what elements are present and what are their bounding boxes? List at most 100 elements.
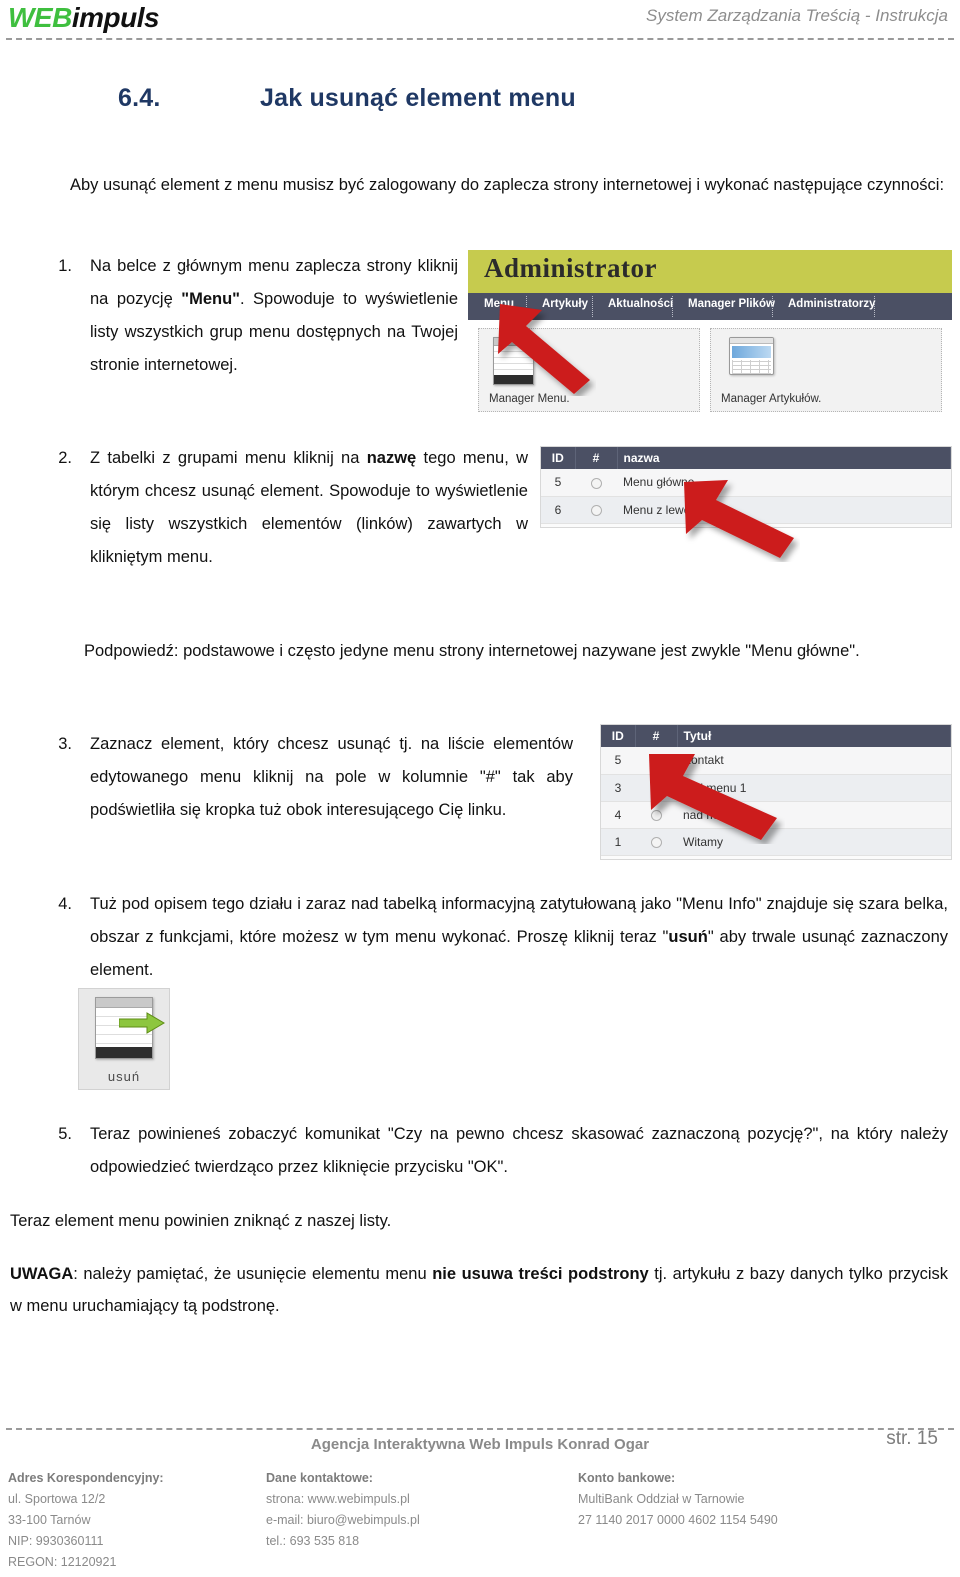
column-header-id: ID: [601, 725, 636, 747]
footer-agency-name: Agencja Interaktywna Web Impuls Konrad O…: [310, 1436, 650, 1453]
table-row[interactable]: 5 Kontakt: [601, 747, 951, 775]
table-row[interactable]: 4 nad menu 2: [601, 801, 951, 829]
radio-button-icon[interactable]: [590, 477, 602, 489]
step2-bold: nazwę: [366, 449, 417, 467]
cell-title[interactable]: Kontakt: [677, 747, 951, 775]
cell-id: 4: [601, 801, 635, 829]
menu-elements-table-screenshot: ID # Tytuł 5 Kontakt 3 nad menu 1 4 nad …: [600, 724, 952, 860]
admin-tile-article-manager[interactable]: Manager Artykułów.: [710, 328, 942, 412]
warning-bold: nie usuwa treści podstrony: [432, 1265, 649, 1283]
list-item-body: Na belce z głównym menu zaplecza strony …: [90, 250, 458, 382]
delete-button-caption: usuń: [107, 1069, 141, 1084]
list-item-body: Z tabelki z grupami menu kliknij na nazw…: [90, 442, 528, 574]
list-marker: 1.: [58, 257, 72, 275]
article-manager-thumbnail-icon: [729, 337, 774, 375]
list-item: 5. Teraz powinieneś zobaczyć komunikat "…: [38, 1118, 948, 1184]
nav-separator-icon: [772, 296, 773, 317]
admin-tile-caption: Manager Artykułów.: [721, 393, 822, 405]
table-header-row: ID # Tytuł: [601, 725, 951, 747]
admin-nav-item-menu[interactable]: Menu: [484, 298, 514, 310]
footer-column-heading: Konto bankowe:: [578, 1471, 676, 1485]
warning-label: UWAGA: [10, 1265, 74, 1283]
cell-name[interactable]: Menu z lewej: [617, 496, 951, 524]
admin-banner-title: Administrator: [484, 253, 657, 283]
cell-radio[interactable]: [635, 828, 677, 856]
cell-radio[interactable]: [575, 496, 617, 524]
cell-id: 5: [601, 747, 635, 775]
admin-nav-item-administratorzy[interactable]: Administratorzy: [788, 298, 876, 310]
footer-line: 33-100 Tarnów: [8, 1513, 91, 1527]
admin-nav-item-aktualnosci[interactable]: Aktualności: [608, 298, 673, 310]
table-row[interactable]: 1 Witamy: [601, 828, 951, 856]
warning-text-a: : należy pamiętać, że usunięcie elementu…: [73, 1265, 433, 1283]
footer-column-bank: Konto bankowe: MultiBank Oddział w Tarno…: [578, 1468, 778, 1531]
step4-bold: usuń: [668, 928, 708, 946]
admin-nav-item-artykuly[interactable]: Artykuły: [542, 298, 588, 310]
radio-button-selected-icon[interactable]: [650, 755, 662, 767]
step1-bold: "Menu": [181, 290, 240, 308]
section-number: 6.4.: [118, 84, 161, 112]
nav-separator-icon: [874, 296, 875, 317]
cell-id: 6: [541, 496, 575, 524]
footer-divider: [6, 1428, 954, 1430]
cell-title[interactable]: Witamy: [677, 828, 951, 856]
admin-nav-bar: Menu Artykuły Aktualności Manager Plików…: [468, 293, 952, 320]
footer-line: tel.: 693 535 818: [266, 1534, 360, 1548]
list-marker: 4.: [58, 895, 72, 913]
page-number: str. 15: [886, 1428, 938, 1449]
footer-column-heading: Adres Korespondencyjny:: [8, 1471, 164, 1485]
cell-name[interactable]: Menu główne: [617, 469, 951, 497]
footer-line: MultiBank Oddział w Tarnowie: [578, 1492, 745, 1506]
admin-tile-menu-manager[interactable]: Manager Menu.: [478, 328, 700, 412]
list-item: 1. Na belce z głównym menu zaplecza stro…: [38, 250, 458, 382]
list-marker: 3.: [58, 735, 72, 753]
footer-column-heading: Dane kontaktowe:: [266, 1471, 373, 1485]
table-row[interactable]: 3 nad menu 1: [601, 774, 951, 802]
list-item-body: Zaznacz element, który chcesz usunąć tj.…: [90, 735, 573, 819]
radio-button-icon[interactable]: [650, 809, 662, 821]
cell-id: 3: [601, 774, 635, 802]
cell-radio[interactable]: [635, 774, 677, 802]
radio-button-icon[interactable]: [650, 836, 662, 848]
nav-separator-icon: [672, 296, 673, 317]
admin-banner: Administrator: [468, 250, 952, 293]
section-title: Jak usunąć element menu: [260, 84, 576, 112]
admin-tiles: Manager Menu. Manager Artykułów.: [478, 328, 942, 412]
radio-button-icon[interactable]: [650, 782, 662, 794]
menu-groups-table-screenshot: ID # nazwa 5 Menu główne 6 Menu z lewej: [540, 446, 952, 528]
footer-line: REGON: 12120921: [8, 1555, 117, 1569]
closing-paragraph: Teraz element menu powinien zniknąć z na…: [10, 1212, 392, 1230]
list-item: 3. Zaznacz element, który chcesz usunąć …: [38, 728, 573, 827]
footer-line: ul. Sportowa 12/2: [8, 1492, 106, 1506]
list-item-body: Tuż pod opisem tego działu i zaraz nad t…: [90, 888, 948, 987]
footer-line: strona: www.webimpuls.pl: [266, 1492, 410, 1506]
header-title: System Zarządzania Treścią - Instrukcja: [646, 6, 948, 25]
header-divider: [6, 38, 954, 40]
hint-paragraph: Podpowiedź: podstawowe i często jedyne m…: [84, 642, 860, 660]
table-row[interactable]: 5 Menu główne: [541, 469, 951, 497]
admin-panel-screenshot: Administrator Menu Artykuły Aktualności …: [468, 250, 952, 418]
logo: WEBimpuls: [8, 2, 160, 34]
cell-radio[interactable]: [575, 469, 617, 497]
cell-id: 1: [601, 828, 635, 856]
cell-title[interactable]: nad menu 1: [677, 774, 951, 802]
column-header-hash: #: [635, 725, 678, 747]
admin-nav-item-manager-plikow[interactable]: Manager Plików: [688, 298, 775, 310]
list-item: 2. Z tabelki z grupami menu kliknij na n…: [38, 442, 528, 574]
cell-radio[interactable]: [635, 747, 677, 775]
admin-tile-caption: Manager Menu.: [489, 393, 570, 405]
list-marker: 2.: [58, 449, 72, 467]
column-header-id: ID: [541, 447, 576, 469]
footer-line: e-mail: biuro@webimpuls.pl: [266, 1513, 420, 1527]
warning-paragraph: UWAGA: należy pamiętać, że usunięcie ele…: [10, 1258, 948, 1322]
radio-button-icon[interactable]: [590, 504, 602, 516]
table-row[interactable]: 6 Menu z lewej: [541, 496, 951, 524]
list-marker: 5.: [58, 1125, 72, 1143]
cell-radio[interactable]: [635, 801, 677, 829]
list-item-body: Teraz powinieneś zobaczyć komunikat "Czy…: [90, 1125, 948, 1176]
intro-paragraph: Aby usunąć element z menu musisz być zal…: [70, 176, 945, 194]
list-item: 4. Tuż pod opisem tego działu i zaraz na…: [38, 888, 948, 987]
nav-separator-icon: [592, 296, 593, 317]
footer-line: 27 1140 2017 0000 4602 1154 5490: [578, 1513, 778, 1527]
cell-title[interactable]: nad menu 2: [677, 801, 951, 829]
